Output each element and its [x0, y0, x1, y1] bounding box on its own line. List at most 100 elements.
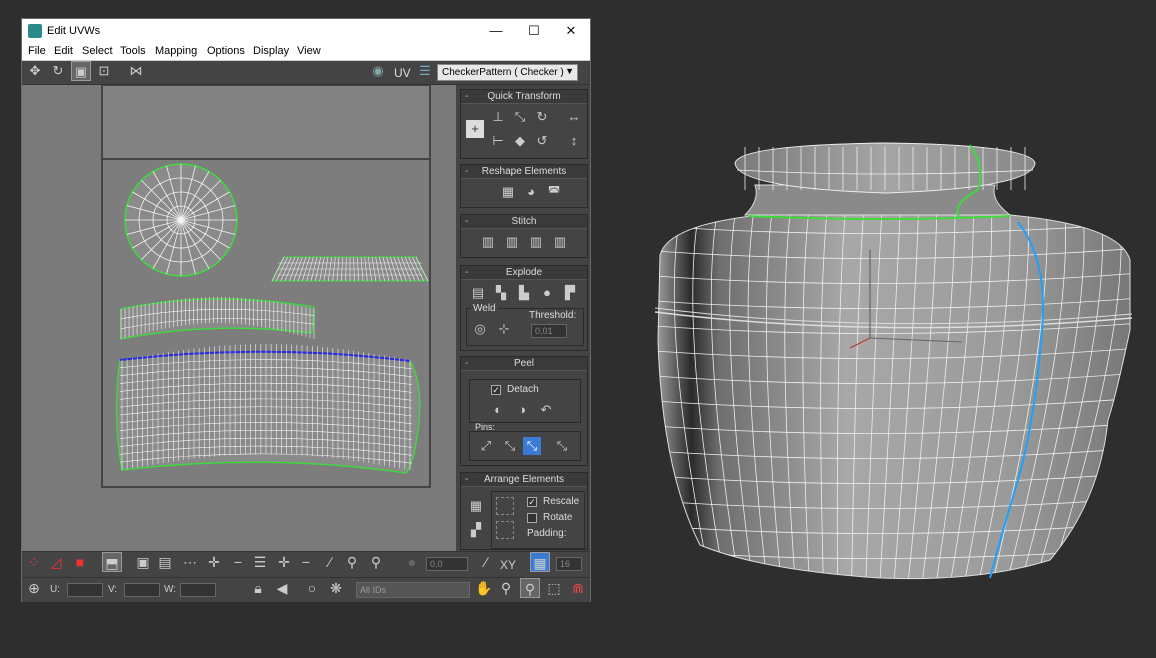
- angle-input[interactable]: 0,0: [426, 557, 468, 571]
- relax-icon[interactable]: ◕: [522, 183, 540, 201]
- align-horizontal-icon[interactable]: ⊥: [489, 108, 507, 126]
- menu-tools[interactable]: Tools: [120, 45, 146, 57]
- contract-select-icon[interactable]: −: [228, 552, 248, 572]
- absolute-mode-icon[interactable]: ⊕: [24, 578, 44, 598]
- straighten-icon[interactable]: ◆: [511, 132, 529, 150]
- maximize-button[interactable]: ☐: [515, 19, 553, 43]
- weld-target-icon[interactable]: ◎: [471, 320, 489, 338]
- menu-view[interactable]: View: [297, 45, 321, 57]
- explode-header[interactable]: - Explode: [461, 266, 587, 280]
- magnet-icon[interactable]: ⋒: [568, 578, 588, 598]
- mirror-icon[interactable]: ⋈: [126, 61, 146, 81]
- detach-edges-icon[interactable]: ▙: [515, 284, 533, 302]
- menu-edit[interactable]: Edit: [54, 45, 73, 57]
- threshold-input[interactable]: 0,01: [531, 324, 567, 338]
- stitch-header[interactable]: - Stitch: [461, 215, 587, 229]
- bulb-icon[interactable]: ○: [302, 578, 322, 598]
- grid-input[interactable]: 16: [556, 557, 582, 571]
- edge-mode-icon[interactable]: ◿: [46, 552, 66, 572]
- scale-icon[interactable]: ▣: [71, 61, 91, 81]
- shrink-icon[interactable]: ▤: [155, 552, 175, 572]
- relax-options-icon[interactable]: ◚: [545, 183, 563, 201]
- pivot-icon[interactable]: +: [466, 120, 484, 138]
- minimize-button[interactable]: —: [477, 19, 515, 43]
- ring-shrink-icon[interactable]: −: [296, 552, 316, 572]
- peel-header[interactable]: - Peel: [461, 357, 587, 371]
- close-button[interactable]: ✕: [552, 19, 590, 43]
- rotate-icon[interactable]: ↻: [48, 61, 68, 81]
- reset-peel-icon[interactable]: ↶: [537, 401, 555, 419]
- auto-pin-icon[interactable]: ⤡: [523, 437, 541, 455]
- title-bar[interactable]: Edit UVWs — ☐ ✕: [22, 19, 590, 43]
- checker-globe-icon[interactable]: ◉: [368, 61, 388, 81]
- element-mode-icon[interactable]: ⬒: [102, 552, 122, 572]
- filter-icon[interactable]: ❋: [326, 578, 346, 598]
- align-vertical-icon[interactable]: ⊢: [489, 132, 507, 150]
- hide-icon[interactable]: ◀: [272, 578, 292, 598]
- flatten-icon[interactable]: ▛: [561, 284, 579, 302]
- peel-mode-icon[interactable]: ◑: [513, 401, 531, 419]
- snap-grid-icon[interactable]: ▦: [530, 552, 550, 572]
- stitch-target-icon[interactable]: ▥: [503, 233, 521, 251]
- rescale-checkbox[interactable]: ✓: [527, 497, 537, 507]
- pack-custom-icon[interactable]: ▦: [467, 497, 485, 515]
- xy-label[interactable]: XY: [500, 558, 516, 572]
- zoom-extents-icon[interactable]: ⬚: [544, 578, 564, 598]
- lock-icon[interactable]: 🔒︎: [248, 578, 268, 598]
- ids-dropdown[interactable]: All IDs: [356, 582, 470, 598]
- ring-icon[interactable]: ☰: [250, 552, 270, 572]
- soft-select-icon[interactable]: ●: [402, 552, 422, 572]
- move-icon[interactable]: ✥: [25, 61, 45, 81]
- pan-hand-icon[interactable]: ✋: [474, 578, 494, 598]
- delete-pins-icon[interactable]: ⤡: [501, 437, 519, 455]
- align-diagonal-icon[interactable]: ⤡: [511, 108, 529, 126]
- face-mode-icon[interactable]: ■: [70, 552, 90, 572]
- menu-display[interactable]: Display: [253, 45, 289, 57]
- falloff-icon[interactable]: ∕: [476, 552, 496, 572]
- stitch-custom-icon[interactable]: ▥: [479, 233, 497, 251]
- grow-icon[interactable]: ▣: [133, 552, 153, 572]
- menu-file[interactable]: File: [28, 45, 46, 57]
- expand-select-icon[interactable]: ✛: [204, 552, 224, 572]
- reshape-elements-header[interactable]: - Reshape Elements: [461, 165, 587, 179]
- pack-normalize-icon[interactable]: ▞: [467, 521, 485, 539]
- quick-transform-header[interactable]: - Quick Transform: [461, 90, 587, 104]
- paint-shrink-icon[interactable]: ⚲: [366, 552, 386, 572]
- split-icon[interactable]: ▚: [492, 284, 510, 302]
- arrange-elements-header[interactable]: - Arrange Elements: [461, 473, 587, 487]
- weld-selected-icon[interactable]: ⊹: [495, 320, 513, 338]
- pack-together-icon[interactable]: [496, 497, 514, 515]
- uv-label[interactable]: UV: [394, 66, 411, 80]
- rotate-90-icon[interactable]: ↻: [533, 108, 551, 126]
- pack-recalc-icon[interactable]: [496, 521, 514, 539]
- space-horizontal-icon[interactable]: ↔: [565, 108, 583, 126]
- space-vertical-icon[interactable]: ↕: [565, 132, 583, 150]
- paint-grow-icon[interactable]: ⚲: [342, 552, 362, 572]
- paint-select-icon[interactable]: ∕: [320, 552, 340, 572]
- stitch-source-icon[interactable]: ▥: [551, 233, 569, 251]
- v-input[interactable]: [124, 583, 160, 597]
- vertex-mode-icon[interactable]: ⁘: [24, 552, 44, 572]
- w-input[interactable]: [180, 583, 216, 597]
- select-pins-icon[interactable]: ⤡: [553, 437, 571, 455]
- menu-options[interactable]: Options: [207, 45, 245, 57]
- menu-mapping[interactable]: Mapping: [155, 45, 197, 57]
- detach-checkbox[interactable]: ✓: [491, 385, 501, 395]
- menu-select[interactable]: Select: [82, 45, 113, 57]
- freeform-icon[interactable]: ⊡: [94, 61, 114, 81]
- straighten-selection-icon[interactable]: ▦: [499, 183, 517, 201]
- zoom-icon[interactable]: ⚲: [496, 578, 516, 598]
- edit-pins-icon[interactable]: ⤢: [477, 437, 495, 455]
- rotate-checkbox[interactable]: [527, 513, 537, 523]
- loop-icon[interactable]: ⋯: [180, 552, 200, 572]
- u-input[interactable]: [67, 583, 103, 597]
- stitch-average-icon[interactable]: ▥: [527, 233, 545, 251]
- weld-sphere-icon[interactable]: ●: [538, 284, 556, 302]
- texture-dropdown[interactable]: CheckerPattern ( Checker ) ▼: [437, 64, 578, 81]
- ring-grow-icon[interactable]: ✛: [274, 552, 294, 572]
- quick-peel-icon[interactable]: ◐: [489, 401, 507, 419]
- uv-editor-canvas[interactable]: [22, 85, 456, 551]
- zoom-region-icon[interactable]: ⚲: [520, 578, 540, 598]
- rotate-minus-90-icon[interactable]: ↺: [533, 132, 551, 150]
- break-icon[interactable]: ▤: [469, 284, 487, 302]
